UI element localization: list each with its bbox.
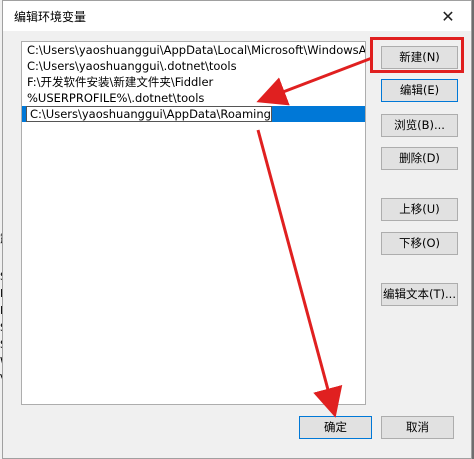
move-up-button[interactable]: 上移(U): [381, 198, 458, 221]
list-item[interactable]: C:\Users\yaoshuanggui\.dotnet\tools: [22, 58, 365, 74]
path-edit-field[interactable]: C:\Users\yaoshuanggui\AppData\Roaming\np…: [26, 106, 272, 122]
ok-button[interactable]: 确定: [299, 416, 372, 439]
edit-text-button[interactable]: 编辑文本(T)...: [381, 283, 458, 306]
list-item[interactable]: C:\Users\yaoshuanggui\AppData\Local\Micr…: [22, 42, 365, 58]
close-icon: ✕: [441, 6, 455, 26]
list-item[interactable]: F:\开发软件安装\新建文件夹\Fiddler: [22, 74, 365, 90]
annotation-highlight-box: [370, 37, 464, 73]
browse-button[interactable]: 浏览(B)...: [381, 114, 458, 137]
move-down-button[interactable]: 下移(O): [381, 232, 458, 255]
edit-button[interactable]: 编辑(E): [381, 79, 458, 102]
close-button[interactable]: ✕: [425, 1, 471, 31]
dialog-title: 编辑环境变量: [14, 10, 87, 24]
title-bar: 编辑环境变量 ✕: [3, 1, 471, 31]
list-item-selected[interactable]: C:\Users\yaoshuanggui\AppData\Roaming\np…: [22, 106, 365, 122]
list-item[interactable]: %USERPROFILE%\.dotnet\tools: [22, 90, 365, 106]
dialog-body: C:\Users\yaoshuanggui\AppData\Local\Micr…: [3, 31, 471, 458]
path-list[interactable]: C:\Users\yaoshuanggui\AppData\Local\Micr…: [21, 41, 366, 405]
cancel-button[interactable]: 取消: [381, 416, 454, 439]
delete-button[interactable]: 删除(D): [381, 147, 458, 170]
